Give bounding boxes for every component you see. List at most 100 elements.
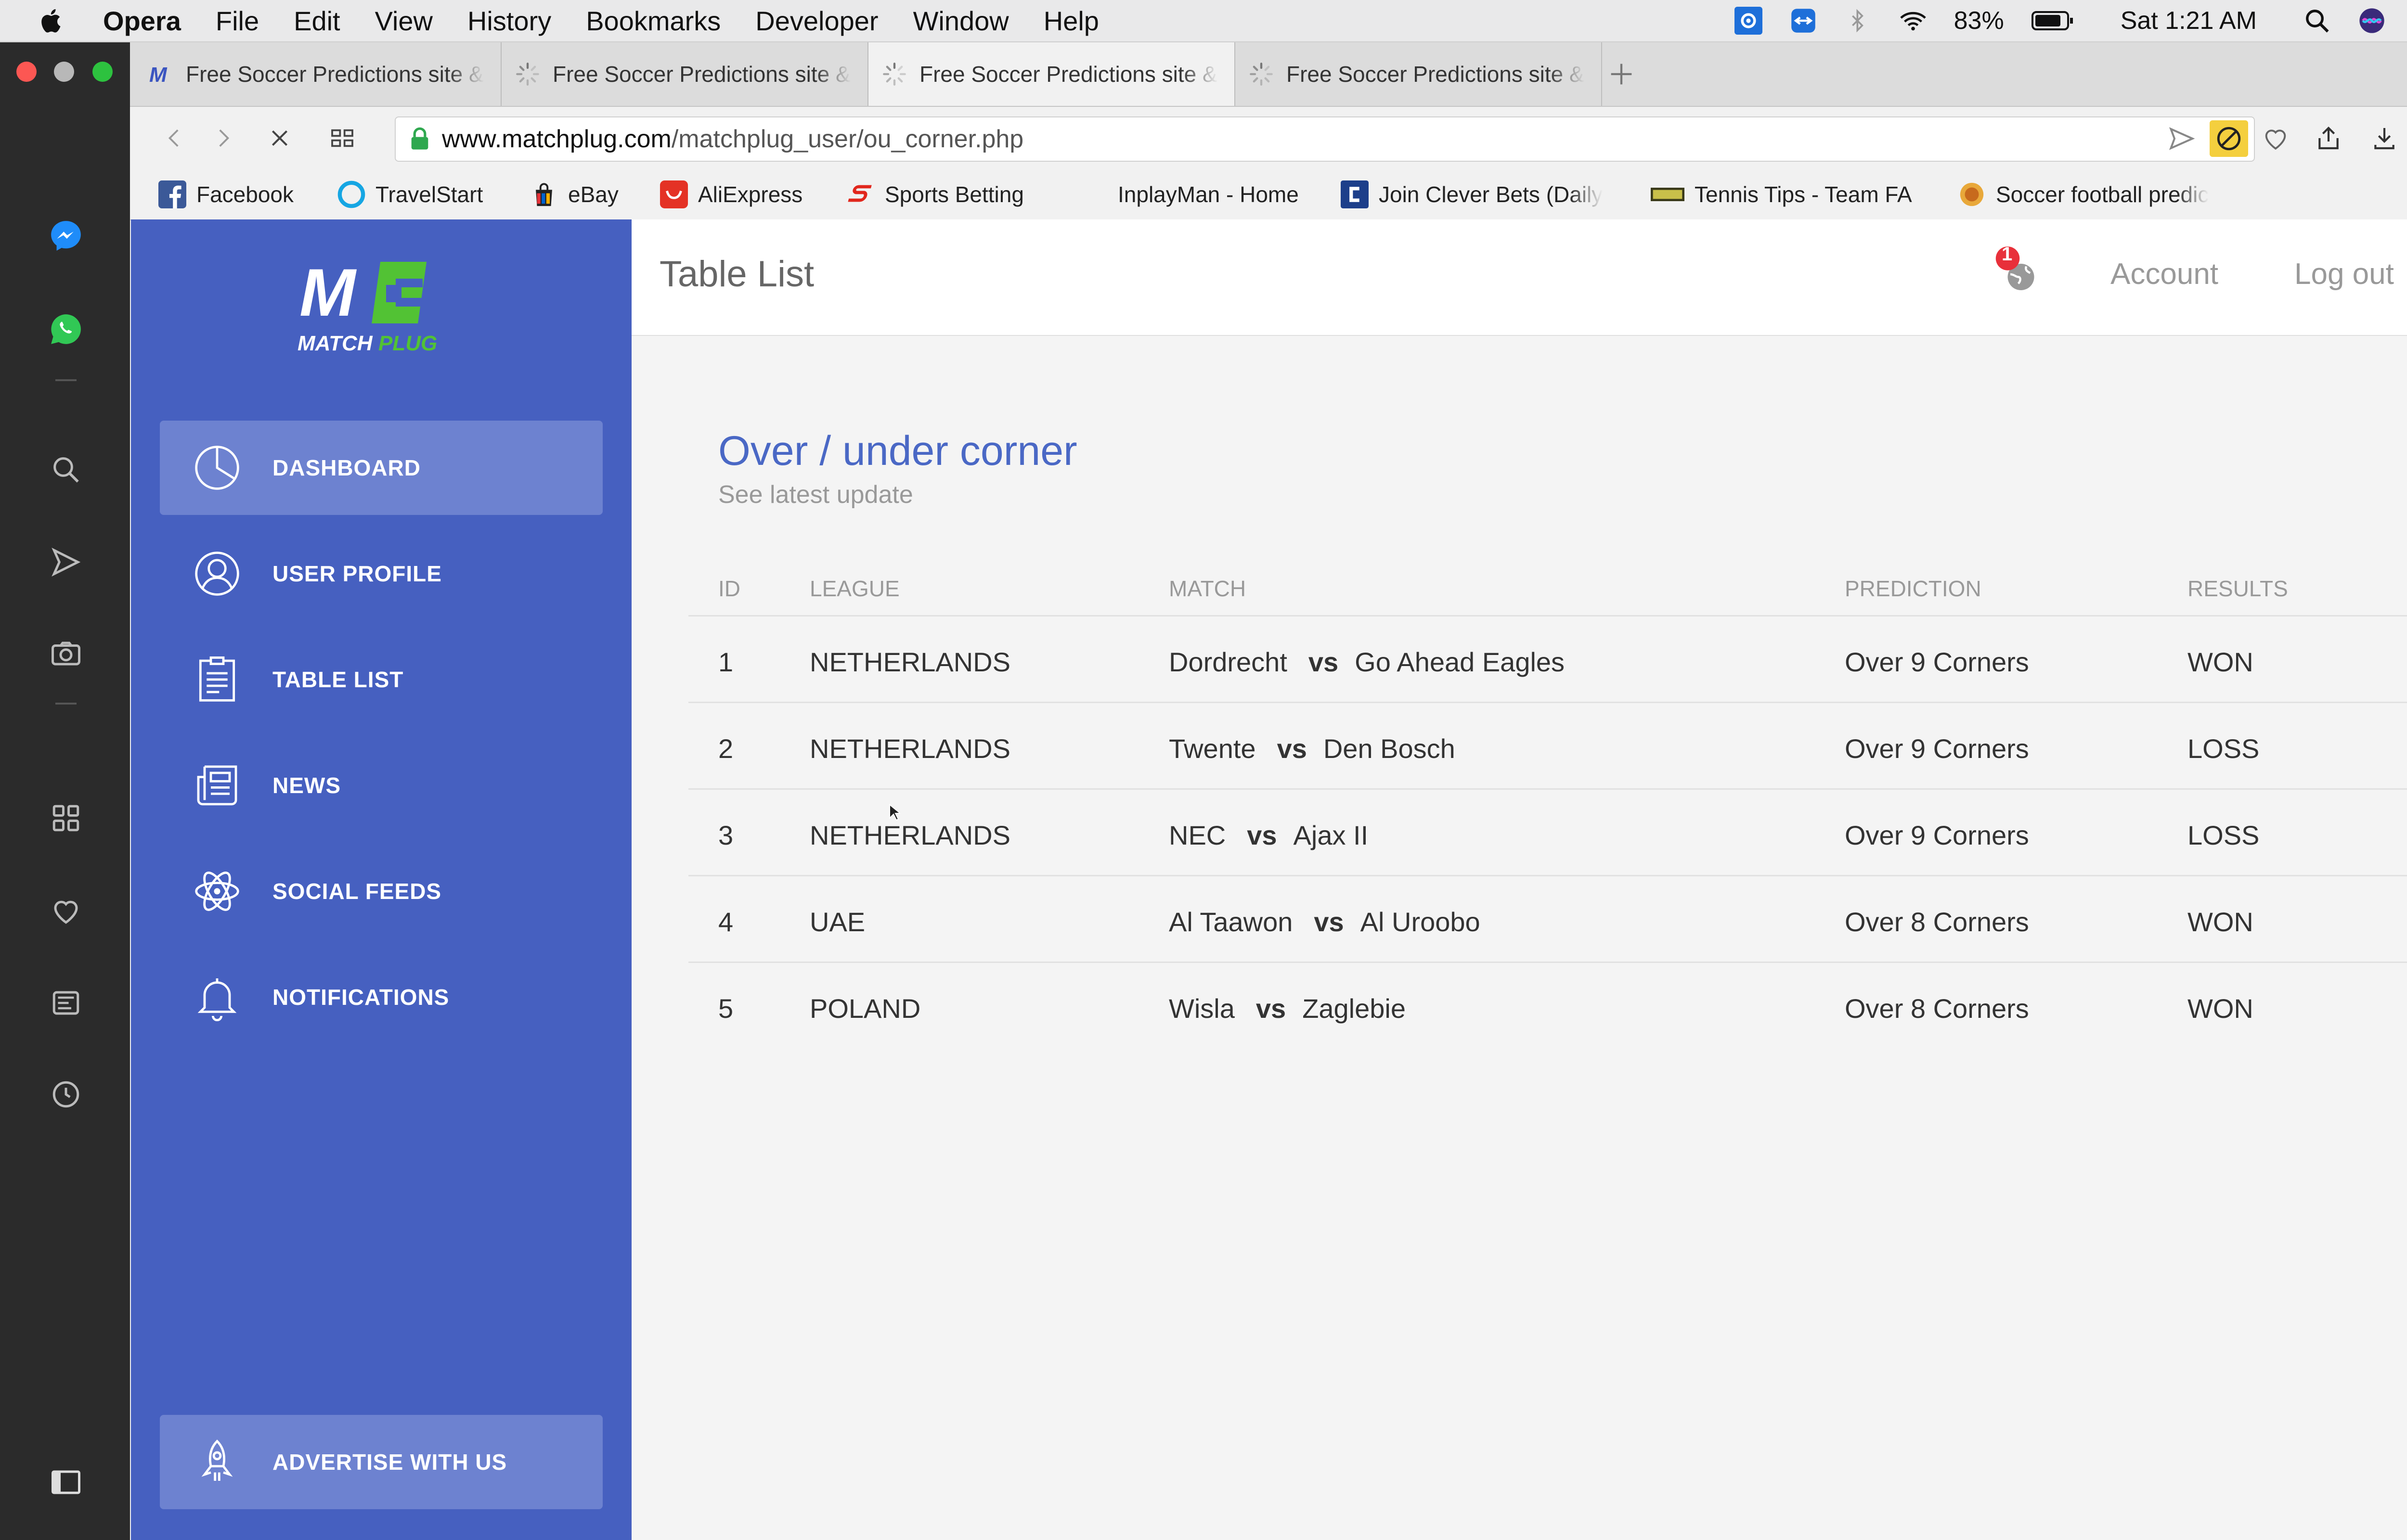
cell-id: 2: [718, 733, 734, 764]
menu-window[interactable]: Window: [913, 5, 1009, 37]
bookmark-heart-icon[interactable]: [2260, 122, 2291, 154]
pie-chart-icon: [191, 441, 244, 494]
heart-icon[interactable]: [47, 891, 85, 930]
sidebar-item-news[interactable]: NEWS: [160, 738, 603, 833]
cell-league: NETHERLANDS: [810, 733, 1010, 764]
messenger-icon[interactable]: [47, 217, 85, 255]
notification-count-badge: 1: [2002, 244, 2013, 265]
search-icon[interactable]: [47, 450, 85, 489]
toggle-sidebar-icon[interactable]: [47, 1463, 85, 1502]
sidebar-item-dashboard[interactable]: DASHBOARD: [160, 421, 603, 515]
window-close-button[interactable]: [16, 62, 37, 82]
bookmark-ebay[interactable]: eBay: [530, 179, 619, 210]
home-team: Twente: [1169, 733, 1256, 764]
menu-file[interactable]: File: [216, 5, 259, 37]
sidebar-item-user-profile[interactable]: USER PROFILE: [160, 526, 603, 621]
tab-3-active[interactable]: Free Soccer Predictions site & more: [868, 42, 1235, 106]
siri-icon[interactable]: [2358, 7, 2386, 35]
globe-notifications-icon[interactable]: 1: [1989, 243, 2042, 295]
bookmark-clever-bets[interactable]: Join Clever Bets (Daily: [1340, 179, 1603, 210]
bookmark-aliexpress[interactable]: AliExpress: [660, 179, 802, 210]
logout-link[interactable]: Log out: [2294, 257, 2394, 291]
aliexpress-icon: [660, 180, 688, 209]
back-button[interactable]: [159, 122, 191, 154]
forward-button[interactable]: [207, 122, 239, 154]
send-icon[interactable]: [47, 543, 85, 581]
bookmark-inplayman[interactable]: InplayMan - Home: [1118, 179, 1299, 210]
site-sidebar: M MATCH PLUG DASHBOARD USER PROFILE TABL…: [131, 219, 632, 1540]
share-icon[interactable]: [2313, 122, 2344, 154]
download-icon[interactable]: [2368, 122, 2400, 154]
screen-capture-icon[interactable]: [1734, 7, 1762, 35]
soccer-icon: [1957, 180, 1986, 209]
speed-dial-icon[interactable]: [47, 799, 85, 837]
cell-id: 5: [718, 993, 734, 1024]
whatsapp-icon[interactable]: [47, 310, 85, 348]
app-menu-opera[interactable]: Opera: [103, 5, 181, 37]
window-minimize-button[interactable]: [54, 62, 74, 82]
url-field[interactable]: www.matchplug.com/matchplug_user/ou_corn…: [395, 116, 2255, 162]
cell-id: 4: [718, 907, 734, 937]
svg-text:M: M: [149, 63, 168, 86]
secure-lock-icon[interactable]: [409, 127, 430, 152]
tab-2[interactable]: Free Soccer Predictions site & more: [502, 42, 868, 106]
menu-bookmarks[interactable]: Bookmarks: [586, 5, 721, 37]
tab-1[interactable]: M Free Soccer Predictions site & more: [135, 42, 502, 106]
advertise-with-us-button[interactable]: ADVERTISE WITH US: [160, 1415, 603, 1509]
battery-icon[interactable]: [2031, 7, 2074, 35]
menu-edit[interactable]: Edit: [294, 5, 340, 37]
bookmark-facebook[interactable]: Facebook: [158, 179, 294, 210]
tab-title: Free Soccer Predictions site & more: [186, 62, 484, 87]
svg-text:M: M: [299, 255, 357, 330]
column-header-match: MATCH: [1169, 576, 1246, 601]
spotlight-search-icon[interactable]: [2303, 7, 2331, 35]
home-team: Al Taawon: [1169, 907, 1293, 937]
new-tab-button[interactable]: [1606, 59, 1637, 90]
camera-icon[interactable]: [47, 634, 85, 673]
table-row: 4 UAE Al Taawon vs Al Uroobo Over 8 Corner…: [688, 875, 2407, 963]
sidebar-divider: [55, 379, 77, 381]
account-link[interactable]: Account: [2110, 257, 2218, 291]
stop-loading-button[interactable]: [264, 122, 296, 154]
sidebar-item-table-list[interactable]: TABLE LIST: [160, 632, 603, 727]
cell-result: WON: [2187, 993, 2253, 1024]
tabs-grid-icon[interactable]: [326, 122, 358, 154]
rocket-icon: [191, 1436, 244, 1489]
menubar-clock[interactable]: Sat 1:21 AM: [2121, 6, 2257, 35]
bookmark-sports-betting[interactable]: Sports Betting: [846, 179, 1024, 210]
sidebar-item-social-feeds[interactable]: SOCIAL FEEDS: [160, 844, 603, 938]
menu-history[interactable]: History: [467, 5, 551, 37]
matchplug-logo[interactable]: M MATCH PLUG: [294, 248, 467, 364]
menu-view[interactable]: View: [375, 5, 433, 37]
apple-icon[interactable]: [38, 6, 66, 35]
column-header-id: ID: [718, 576, 740, 601]
table-row: 1 NETHERLANDS Dordrecht vs Go Ahead Eagles…: [688, 615, 2407, 703]
bookmark-tennis-tips[interactable]: Tennis Tips - Team FA: [1650, 179, 1912, 210]
adblock-icon[interactable]: [2210, 120, 2248, 157]
url-text: www.matchplug.com/matchplug_user/ou_corn…: [442, 125, 1023, 154]
teamviewer-icon[interactable]: [1789, 7, 1817, 35]
send-page-icon[interactable]: [2167, 124, 2196, 153]
away-team: Go Ahead Eagles: [1355, 647, 1565, 677]
cell-league: POLAND: [810, 993, 921, 1024]
bluetooth-icon[interactable]: [1844, 7, 1872, 35]
bell-icon: [191, 971, 244, 1024]
menu-help[interactable]: Help: [1044, 5, 1099, 37]
matchplug-favicon-icon: M: [147, 61, 174, 88]
menu-developer[interactable]: Developer: [755, 5, 878, 37]
window-zoom-button[interactable]: [92, 62, 113, 82]
cell-prediction: Over 9 Corners: [1845, 647, 2029, 677]
ebay-icon: [530, 180, 558, 209]
bookmark-soccer-predictions[interactable]: Soccer football predic: [1957, 179, 2209, 210]
cell-match: Wisla vs Zaglebie: [1169, 993, 1406, 1024]
history-icon[interactable]: [47, 1075, 85, 1114]
sidebar-item-label: NOTIFICATIONS: [272, 985, 450, 1010]
sidebar-item-notifications[interactable]: NOTIFICATIONS: [160, 950, 603, 1044]
vs-label: vs: [1308, 647, 1339, 677]
wifi-icon[interactable]: [1899, 7, 1927, 35]
bookmark-travelstart[interactable]: TravelStart: [337, 179, 483, 210]
home-team: Wisla: [1169, 993, 1235, 1024]
tab-4[interactable]: Free Soccer Predictions site & more: [1235, 42, 1602, 106]
news-icon[interactable]: [47, 984, 85, 1022]
advertise-label: ADVERTISE WITH US: [272, 1450, 507, 1475]
